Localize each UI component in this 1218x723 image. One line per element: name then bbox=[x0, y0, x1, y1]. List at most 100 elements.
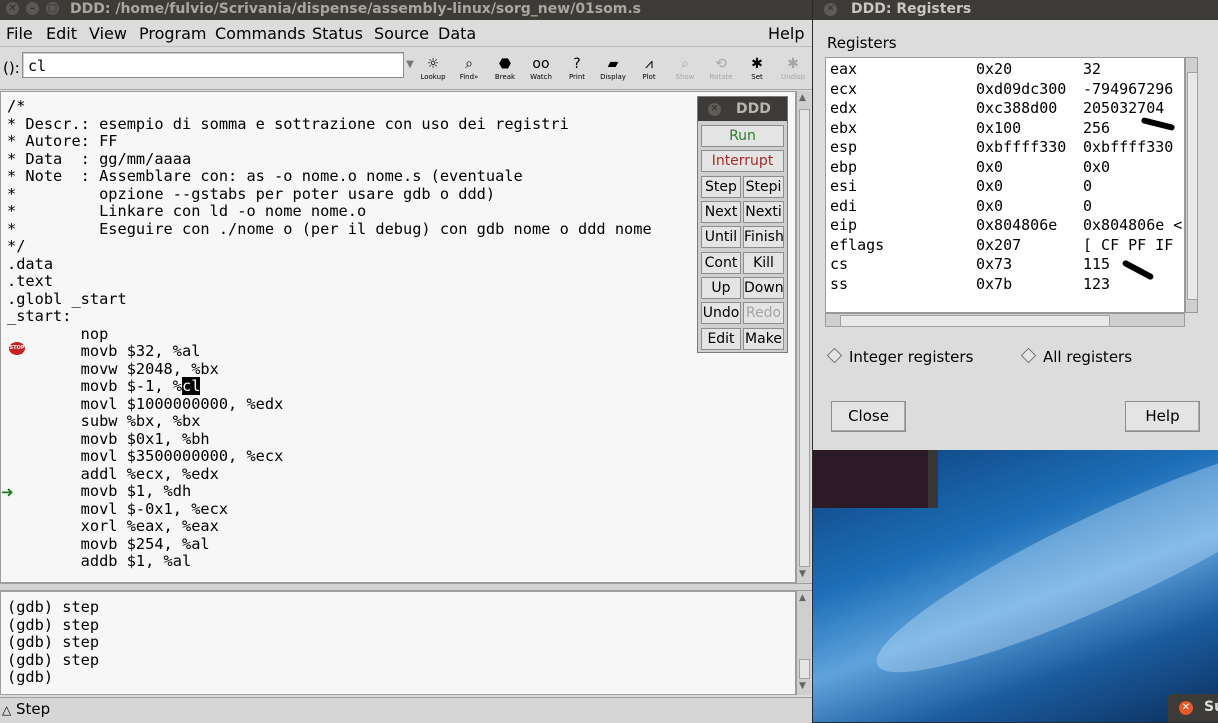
close-icon[interactable]: ✕ bbox=[6, 2, 19, 15]
down-button[interactable]: Down bbox=[743, 277, 784, 299]
kill-button[interactable]: Kill bbox=[743, 252, 784, 274]
selected-token[interactable]: cl bbox=[181, 377, 201, 395]
taskbar-item[interactable]: ✕ Su bbox=[1168, 694, 1218, 722]
register-name: ebp bbox=[830, 157, 858, 176]
source-scroll-thumb[interactable] bbox=[799, 109, 810, 567]
menu-commands[interactable]: Commands bbox=[215, 24, 306, 43]
scroll-up-icon[interactable]: ▲ bbox=[799, 593, 806, 603]
register-hex: 0xbffff330 bbox=[976, 138, 1067, 156]
registers-vscrollbar[interactable] bbox=[1185, 57, 1198, 313]
set-button[interactable]: ✱ Set bbox=[740, 55, 774, 89]
break-button[interactable]: ⬣ Break bbox=[488, 55, 522, 89]
show-icon: ⌕ bbox=[681, 56, 689, 72]
status-triangle-icon[interactable]: △ bbox=[2, 703, 11, 717]
argument-dropdown-icon[interactable]: ▼ bbox=[404, 52, 416, 78]
ddd-main-window: ✕ – □ DDD: /home/fulvio/Scrivania/dispen… bbox=[0, 0, 812, 723]
watch-icon: oo bbox=[532, 56, 550, 72]
step-button[interactable]: Step bbox=[701, 176, 741, 198]
rotate-button[interactable]: ⟲ Rotate bbox=[704, 55, 738, 89]
plot-button[interactable]: ⩘ Plot bbox=[632, 55, 666, 89]
find-button[interactable]: ⌕ Find» bbox=[452, 55, 486, 89]
radio-diamond-icon bbox=[1020, 347, 1037, 364]
registers-hscrollbar[interactable] bbox=[825, 313, 1185, 327]
register-name: edi bbox=[830, 196, 858, 215]
taskbar-item-label: Su bbox=[1204, 699, 1218, 715]
all-registers-radio[interactable]: All registers bbox=[1020, 347, 1132, 366]
nexti-button[interactable]: Nexti bbox=[743, 201, 784, 223]
pane-separator[interactable] bbox=[0, 583, 812, 591]
source-line: movl $3500000000, %ecx bbox=[7, 447, 284, 465]
menu-status[interactable]: Status bbox=[312, 24, 363, 43]
interrupt-button[interactable]: Interrupt bbox=[701, 150, 784, 172]
execution-arrow-icon: ➜ bbox=[1, 483, 14, 501]
register-value: 0x0 bbox=[1083, 157, 1111, 176]
menu-source[interactable]: Source bbox=[374, 24, 429, 43]
register-hex: 0x7b bbox=[976, 274, 1013, 293]
source-line: movb $32, %al bbox=[7, 342, 201, 360]
argument-input[interactable]: cl bbox=[22, 52, 404, 78]
menu-file[interactable]: File bbox=[6, 24, 33, 43]
register-hex: 0x0 bbox=[976, 157, 1004, 176]
source-line: nop bbox=[7, 324, 109, 343]
console-line: (gdb) step bbox=[7, 650, 100, 669]
background-terminal[interactable] bbox=[813, 450, 938, 508]
console-scrollbar[interactable]: ▲ ▼ bbox=[796, 591, 811, 695]
integer-registers-radio[interactable]: Integer registers bbox=[826, 347, 973, 366]
command-tool: ✕ DDD Run Interrupt Step Stepi Next Next… bbox=[697, 96, 788, 353]
breakpoint-stop-icon[interactable]: STOP bbox=[9, 342, 25, 355]
scroll-down-icon[interactable]: ▼ bbox=[799, 569, 806, 579]
source-line: movb $-1, %cl bbox=[7, 377, 201, 395]
plot-icon: ⩘ bbox=[645, 56, 653, 72]
registers-vscroll-thumb[interactable] bbox=[1187, 72, 1198, 300]
scroll-down-icon[interactable]: ▼ bbox=[799, 681, 806, 691]
cont-button[interactable]: Cont bbox=[701, 252, 741, 274]
registers-hscroll-thumb[interactable] bbox=[840, 315, 1110, 327]
make-button[interactable]: Make bbox=[743, 328, 784, 350]
maximize-icon[interactable]: □ bbox=[46, 2, 59, 15]
source-window[interactable]: /* * Descr.: esempio di somma e sottrazio… bbox=[0, 91, 796, 583]
register-name: ss bbox=[830, 274, 849, 293]
source-line: _start: bbox=[7, 307, 72, 325]
menu-view[interactable]: View bbox=[89, 24, 127, 43]
run-button[interactable]: Run bbox=[701, 125, 784, 147]
scroll-up-icon[interactable]: ▲ bbox=[799, 93, 806, 103]
show-button[interactable]: ⌕ Show bbox=[668, 55, 702, 89]
close-icon[interactable]: ✕ bbox=[708, 103, 721, 116]
registers-list[interactable]: eax 0x20 32 ecx 0xd09dc300 -794967296 edx 0xc38… bbox=[825, 57, 1185, 313]
register-value: -794967296 bbox=[1083, 79, 1174, 98]
register-value: 32 bbox=[1083, 60, 1102, 78]
rotate-icon: ⟲ bbox=[715, 56, 727, 72]
up-button[interactable]: Up bbox=[701, 277, 741, 299]
minimize-icon[interactable]: – bbox=[26, 2, 39, 15]
menu-program[interactable]: Program bbox=[139, 24, 207, 43]
undisplay-button[interactable]: ✱ Undisp bbox=[776, 55, 810, 89]
finish-button[interactable]: Finish bbox=[743, 226, 784, 248]
source-line: addl %ecx, %edx bbox=[7, 464, 219, 483]
watch-button[interactable]: oo Watch bbox=[524, 55, 558, 89]
undo-button[interactable]: Undo bbox=[701, 302, 741, 324]
until-button[interactable]: Until bbox=[701, 226, 741, 248]
source-scrollbar[interactable]: ▲ ▼ bbox=[796, 91, 811, 583]
menu-data[interactable]: Data bbox=[438, 24, 476, 43]
close-icon[interactable]: ✕ bbox=[1179, 701, 1193, 715]
close-button[interactable]: Close bbox=[831, 401, 906, 432]
register-hex: 0x0 bbox=[976, 196, 1004, 215]
menu-help[interactable]: Help bbox=[768, 24, 804, 43]
close-icon[interactable]: ✕ bbox=[824, 3, 837, 16]
register-value: 0x804806e < bbox=[1083, 216, 1183, 234]
print-button[interactable]: ? Print bbox=[560, 55, 594, 89]
register-hex: 0x73 bbox=[976, 255, 1013, 273]
source-line: xorl %eax, %eax bbox=[7, 517, 219, 535]
next-button[interactable]: Next bbox=[701, 201, 741, 223]
gdb-console[interactable]: (gdb) step (gdb) step (gdb) step (gdb) step… bbox=[0, 591, 796, 695]
source-line: movb $254, %al bbox=[7, 534, 210, 553]
console-scroll-thumb[interactable] bbox=[799, 659, 810, 679]
redo-button[interactable]: Redo bbox=[743, 302, 784, 324]
menu-edit[interactable]: Edit bbox=[46, 24, 77, 43]
stepi-button[interactable]: Stepi bbox=[743, 176, 784, 198]
register-name: esi bbox=[830, 177, 858, 195]
display-button[interactable]: ▰ Display bbox=[596, 55, 630, 89]
help-button[interactable]: Help bbox=[1125, 401, 1200, 432]
edit-button[interactable]: Edit bbox=[701, 328, 741, 350]
lookup-button[interactable]: ☼ Lookup bbox=[416, 55, 450, 89]
